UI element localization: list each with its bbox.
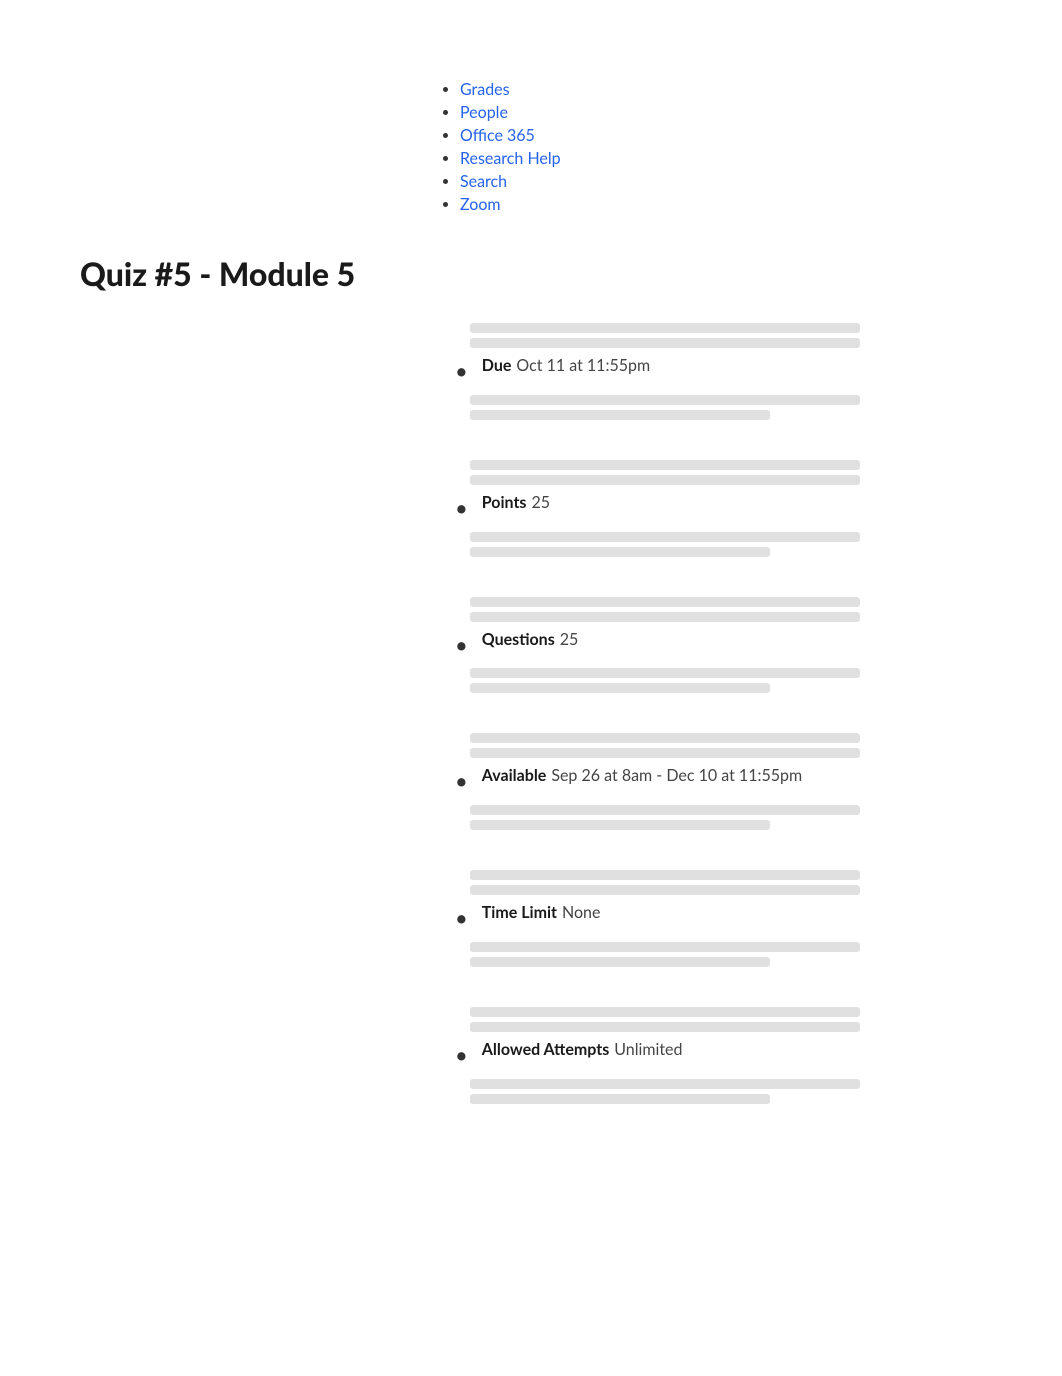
detail-group-questions: • Questions 25	[40, 597, 1022, 724]
nav-list: Grades People Office 365 Research Help Searc…	[40, 80, 1022, 214]
detail-value-due: Oct 11 at 11:55pm	[516, 356, 650, 375]
skeleton-line	[470, 820, 770, 830]
skeleton-line	[470, 885, 860, 895]
skeleton-line	[470, 942, 860, 952]
skeleton-line	[470, 1094, 770, 1104]
skeleton-line	[470, 395, 860, 405]
nav-item: Zoom	[460, 195, 1022, 214]
nav-link-office-365[interactable]: Office 365	[460, 126, 535, 145]
skeleton-line	[470, 1007, 860, 1017]
detail-group-due: • DueOct 11 at 11:55pm	[40, 323, 1022, 450]
bullet-icon: •	[455, 356, 468, 387]
nav-link-grades[interactable]: Grades	[460, 80, 510, 99]
skeleton-line	[470, 805, 860, 815]
nav-link-research-help[interactable]: Research Help	[460, 149, 561, 168]
skeleton-line	[470, 683, 770, 693]
nav-link-people[interactable]: People	[460, 103, 508, 122]
skeleton-line	[470, 410, 770, 420]
skeleton-line	[470, 612, 860, 622]
detail-label-time-limit: Time Limit	[482, 903, 557, 922]
skeleton-line	[470, 532, 860, 542]
skeleton-line	[470, 323, 860, 333]
detail-label-available: Available	[482, 766, 547, 785]
nav-link-zoom[interactable]: Zoom	[460, 195, 501, 214]
skeleton-line	[470, 460, 860, 470]
skeleton-line	[470, 748, 860, 758]
bullet-icon: •	[455, 630, 468, 661]
nav-item: Research Help	[460, 149, 1022, 168]
detail-label-allowed-attempts: Allowed Attempts	[482, 1040, 610, 1059]
skeleton-line	[470, 733, 860, 743]
quiz-title: Quiz #5 - Module 5	[40, 254, 1022, 293]
quiz-details: •DueOct 11 at 11:55pm•Points25•Questions…	[40, 323, 1022, 1134]
bullet-icon: •	[455, 1040, 468, 1071]
skeleton-line	[470, 338, 860, 348]
skeleton-line	[470, 668, 860, 678]
nav-link-search[interactable]: Search	[460, 172, 507, 191]
nav-item: Grades	[460, 80, 1022, 99]
detail-value-questions: 25	[560, 630, 579, 649]
skeleton-line	[470, 597, 860, 607]
skeleton-line	[470, 957, 770, 967]
bullet-icon: •	[455, 493, 468, 524]
nav-item: Search	[460, 172, 1022, 191]
nav-item: Office 365	[460, 126, 1022, 145]
detail-group-allowed-attempts: • Allowed AttemptsUnlimited	[40, 1007, 1022, 1134]
bullet-icon: •	[455, 903, 468, 934]
detail-label-points: Points	[482, 493, 527, 512]
detail-value-allowed-attempts: Unlimited	[614, 1040, 682, 1059]
skeleton-line	[470, 475, 860, 485]
skeleton-line	[470, 1022, 860, 1032]
bullet-icon: •	[455, 766, 468, 797]
detail-group-points: • Points25	[40, 460, 1022, 587]
detail-label-questions: Questions	[482, 630, 555, 649]
skeleton-line	[470, 547, 770, 557]
detail-label-due: Due	[482, 356, 512, 375]
details-list: •DueOct 11 at 11:55pm•Points25•Questions…	[40, 323, 1022, 1134]
detail-value-available: Sep 26 at 8am - Dec 10 at 11:55pm	[551, 766, 802, 785]
detail-value-points: 25	[531, 493, 550, 512]
detail-group-available: • AvailableSep 26 at 8am - Dec 10 at 11:5…	[40, 733, 1022, 860]
nav-menu: Grades People Office 365 Research Help Searc…	[40, 80, 1022, 214]
skeleton-line	[470, 1079, 860, 1089]
nav-item: People	[460, 103, 1022, 122]
detail-value-time-limit: None	[562, 903, 600, 922]
skeleton-line	[470, 870, 860, 880]
detail-group-time-limit: • Time Limit None	[40, 870, 1022, 997]
